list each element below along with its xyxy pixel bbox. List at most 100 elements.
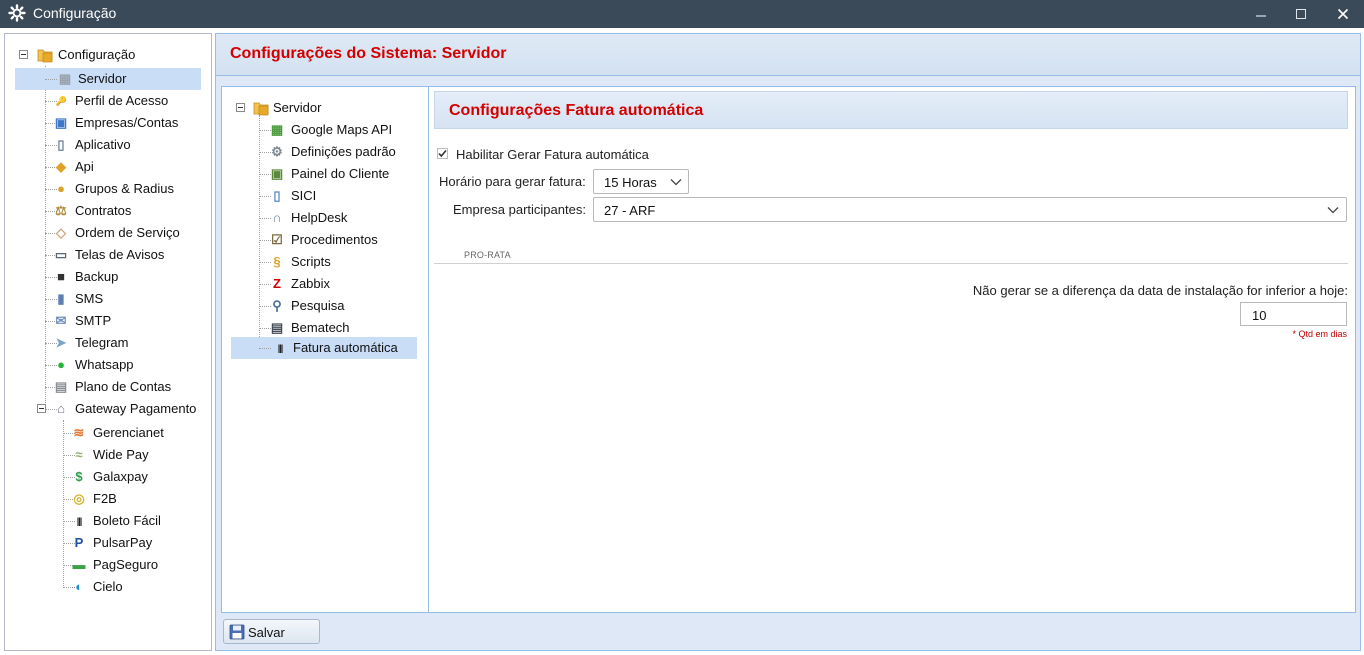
tree-item-label: Api: [75, 159, 94, 174]
page-title: Configurações do Sistema: Servidor: [230, 45, 507, 62]
gateway-item-gerencianet[interactable]: ≋ Gerencianet: [33, 422, 203, 444]
form-header: Configurações Fatura automática: [434, 91, 1348, 129]
sidebar-item-whatsapp[interactable]: ● Whatsapp: [15, 354, 201, 376]
map-icon: ▦: [270, 122, 284, 137]
tree-item-label: HelpDesk: [291, 210, 348, 225]
sidebar-item-backup[interactable]: ■ Backup: [15, 266, 201, 288]
gateway-item-f2b[interactable]: ◎ F2B: [33, 488, 203, 510]
subtree-root-servidor[interactable]: Servidor: [230, 97, 420, 119]
server-subtree: Servidor ▦ Google Maps API ⚙ Definições pad…: [222, 87, 429, 612]
collapse-icon[interactable]: [37, 404, 46, 413]
contracts-icon: ⚖: [55, 203, 67, 218]
gateway-item-pagseguro[interactable]: ▬ PagSeguro: [33, 554, 203, 576]
subtree-item-procedimentos[interactable]: ☑ Procedimentos: [231, 229, 417, 251]
whatsapp-icon: ●: [57, 357, 65, 372]
sidebar-item-sms[interactable]: ▮ SMS: [15, 288, 201, 310]
time-select[interactable]: 15 Horas: [593, 169, 689, 194]
gateway-item-wide-pay[interactable]: ≈ Wide Pay: [33, 444, 203, 466]
sidebar-item-grupos-radius[interactable]: ● Grupos & Radius: [15, 178, 201, 200]
client-panel-icon: ▣: [270, 166, 284, 181]
close-button[interactable]: [1323, 0, 1363, 28]
subtree-item-fatura-autom-tica[interactable]: ||| Fatura automática: [231, 337, 417, 359]
subtree-item-defini-es-padr-o[interactable]: ⚙ Definições padrão: [231, 141, 417, 163]
gateway-item-galaxpay[interactable]: $ Galaxpay: [33, 466, 203, 488]
f2b-icon: ◎: [73, 491, 85, 506]
tree-item-label: Pesquisa: [291, 298, 345, 313]
gateway-item-pulsarpay[interactable]: P PulsarPay: [33, 532, 203, 554]
tree-item-label: Boleto Fácil: [93, 513, 161, 528]
sidebar-item-aplicativo[interactable]: ▯ Aplicativo: [15, 134, 201, 156]
tree-root-configuracao[interactable]: Configuração: [15, 44, 205, 66]
subtree-item-painel-do-cliente[interactable]: ▣ Painel do Cliente: [231, 163, 417, 185]
maximize-icon: [1296, 9, 1306, 19]
subtree-item-google-maps-api[interactable]: ▦ Google Maps API: [231, 119, 417, 141]
section-divider: [434, 263, 1348, 264]
headset-icon: ∩: [272, 210, 282, 225]
subtree-item-bematech[interactable]: ▤ Bematech: [231, 317, 417, 339]
smtp-icon: ✉: [55, 313, 67, 328]
sidebar-item-api[interactable]: ◆ Api: [15, 156, 201, 178]
gateway-item-cielo[interactable]: ◐ Cielo: [33, 576, 203, 598]
telegram-icon: ➤: [55, 335, 67, 350]
tree-item-label: Cielo: [93, 579, 123, 594]
tree-item-label: Wide Pay: [93, 447, 149, 462]
service-order-icon: ◇: [56, 225, 66, 240]
gerencianet-icon: ≋: [73, 425, 85, 440]
sidebar-item-empresas-contas[interactable]: ▣ Empresas/Contas: [15, 112, 201, 134]
sidebar-item-ordem-de-servi-o[interactable]: ◇ Ordem de Serviço: [15, 222, 201, 244]
sidebar-item-smtp[interactable]: ✉ SMTP: [15, 310, 201, 332]
chevron-down-icon: [1327, 207, 1339, 214]
close-icon: [1337, 8, 1349, 20]
script-icon: §: [273, 254, 281, 269]
company-select[interactable]: 27 - ARF: [593, 197, 1347, 222]
tree-item-label: Ordem de Serviço: [75, 225, 180, 240]
bank-icon: ⌂: [57, 401, 65, 416]
window-title: Configuração: [33, 5, 117, 21]
subtree-root-label: Servidor: [273, 100, 322, 115]
chevron-down-icon: [670, 179, 682, 186]
subtree-item-scripts[interactable]: § Scripts: [231, 251, 417, 273]
save-button[interactable]: Salvar: [223, 619, 320, 644]
tree-root-label: Configuração: [58, 47, 136, 62]
prorata-days-input[interactable]: 10: [1240, 302, 1347, 326]
companies-icon: ▣: [54, 115, 68, 130]
enable-invoice-checkbox[interactable]: [437, 148, 448, 159]
sidebar-item-perfil-de-acesso[interactable]: 🔑 Perfil de Acesso: [15, 90, 201, 112]
tree-item-label: Telegram: [75, 335, 129, 350]
maximize-button[interactable]: [1281, 0, 1321, 28]
prorata-days-value: 10: [1252, 308, 1267, 323]
subtree-item-sici[interactable]: ▯ SICI: [231, 185, 417, 207]
mobile-app-icon: ▯: [57, 137, 65, 152]
collapse-icon[interactable]: [19, 50, 28, 59]
collapse-icon[interactable]: [236, 103, 245, 112]
minimize-button[interactable]: [1241, 0, 1281, 28]
main-panel: Configurações do Sistema: Servidor Servi…: [215, 33, 1361, 651]
gear-icon: ⚙: [271, 144, 283, 159]
time-label: Horário para gerar fatura:: [439, 174, 586, 189]
company-select-value: 27 - ARF: [604, 203, 656, 218]
sidebar-item-plano-de-contas[interactable]: ▤ Plano de Contas: [15, 376, 201, 398]
floppy-disk-icon: [229, 624, 245, 640]
sidebar-item-contratos[interactable]: ⚖ Contratos: [15, 200, 201, 222]
zabbix-icon: Z: [273, 276, 281, 291]
tree-item-label: Galaxpay: [93, 469, 148, 484]
save-button-label: Salvar: [248, 625, 285, 640]
sidebar-item-telas-de-avisos[interactable]: ▭ Telas de Avisos: [15, 244, 201, 266]
tree-item-label: Plano de Contas: [75, 379, 172, 394]
tree-item-label: Grupos & Radius: [75, 181, 174, 196]
gateway-item-boleto-f-cil[interactable]: ||| Boleto Fácil: [33, 510, 203, 532]
tree-connector: [45, 79, 57, 80]
tree-item-label: PagSeguro: [93, 557, 159, 572]
tree-item-label: Contratos: [75, 203, 132, 218]
subtree-item-helpdesk[interactable]: ∩ HelpDesk: [231, 207, 417, 229]
prorata-section-title: PRO-RATA: [464, 250, 511, 260]
widepay-icon: ≈: [75, 447, 83, 462]
tree-item-label: Telas de Avisos: [75, 247, 165, 262]
config-tree-panel: Configuração ▦ Servidor 🔑 Perfil de Acesso ▣…: [4, 33, 212, 651]
prorata-label: Não gerar se a diferença da data de inst…: [972, 283, 1348, 298]
subtree-item-zabbix[interactable]: Z Zabbix: [231, 273, 417, 295]
subtree-item-pesquisa[interactable]: ⚲ Pesquisa: [231, 295, 417, 317]
sidebar-item-servidor[interactable]: ▦ Servidor: [15, 68, 201, 90]
sidebar-item-telegram[interactable]: ➤ Telegram: [15, 332, 201, 354]
tree-item-label: Gateway Pagamento: [75, 401, 197, 416]
